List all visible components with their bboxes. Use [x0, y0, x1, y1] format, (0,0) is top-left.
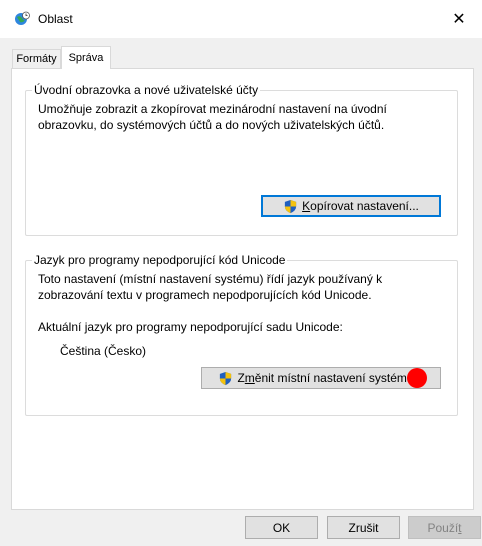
dialog-client-area: Formáty Správa Úvodní obrazovka a nové u…: [0, 38, 482, 546]
welcome-screen-group: Úvodní obrazovka a nové uživatelské účty…: [25, 83, 458, 236]
description-line: zobrazování textu v programech nepodporu…: [38, 288, 372, 302]
description-line: Toto nastavení (místní nastavení systému…: [38, 272, 383, 286]
welcome-description: Umožňuje zobrazit a zkopírovat mezinárod…: [38, 101, 387, 133]
uac-shield-icon: [285, 199, 297, 213]
tab-formaty[interactable]: Formáty: [12, 49, 61, 68]
button-label: opírovat nastavení...: [310, 199, 419, 213]
copy-settings-button[interactable]: Kopírovat nastavení...: [261, 195, 441, 217]
apply-button[interactable]: Použí t: [408, 516, 481, 539]
unicode-description: Toto nastavení (místní nastavení systému…: [38, 271, 382, 303]
globe-clock-icon: [15, 11, 30, 25]
current-language-label: Aktuální jazyk pro programy nepodporujíc…: [38, 320, 343, 334]
change-system-locale-button[interactable]: Zm ěnit místní nastavení systému...: [201, 367, 441, 389]
button-label: OK: [272, 520, 291, 535]
unicode-language-group: Jazyk pro programy nepodporující kód Uni…: [25, 253, 458, 416]
tab-label: Správa: [68, 52, 104, 64]
click-marker-dot: [407, 368, 427, 388]
close-button[interactable]: ✕: [436, 0, 482, 38]
tab-sprava[interactable]: Správa: [61, 46, 111, 69]
tab-panel-sprava: Úvodní obrazovka a nové uživatelské účty…: [11, 68, 474, 510]
current-language-value: Čeština (Česko): [60, 344, 147, 358]
button-label: ěnit místní nastavení systému...: [254, 371, 424, 385]
description-line: obrazovku, do systémových účtů a do nový…: [38, 118, 385, 132]
close-icon: ✕: [452, 11, 466, 28]
uac-shield-icon: [220, 371, 232, 385]
tab-label: Formáty: [16, 53, 57, 65]
group-legend: Jazyk pro programy nepodporující kód Uni…: [32, 253, 288, 268]
title-bar: Oblast ✕: [0, 0, 482, 38]
cancel-button[interactable]: Zrušit: [327, 516, 400, 539]
button-mnemonic: K: [302, 199, 311, 213]
group-legend: Úvodní obrazovka a nové uživatelské účty: [32, 83, 261, 98]
window-title: Oblast: [38, 12, 73, 26]
ok-button[interactable]: OK: [245, 516, 318, 539]
button-mnemonic: m: [244, 371, 255, 385]
button-label: Zrušit: [348, 520, 379, 535]
description-line: Umožňuje zobrazit a zkopírovat mezinárod…: [38, 102, 387, 116]
button-mnemonic: t: [458, 520, 462, 535]
button-label: Použí: [427, 520, 459, 535]
button-label-prefix: Z: [237, 371, 245, 385]
